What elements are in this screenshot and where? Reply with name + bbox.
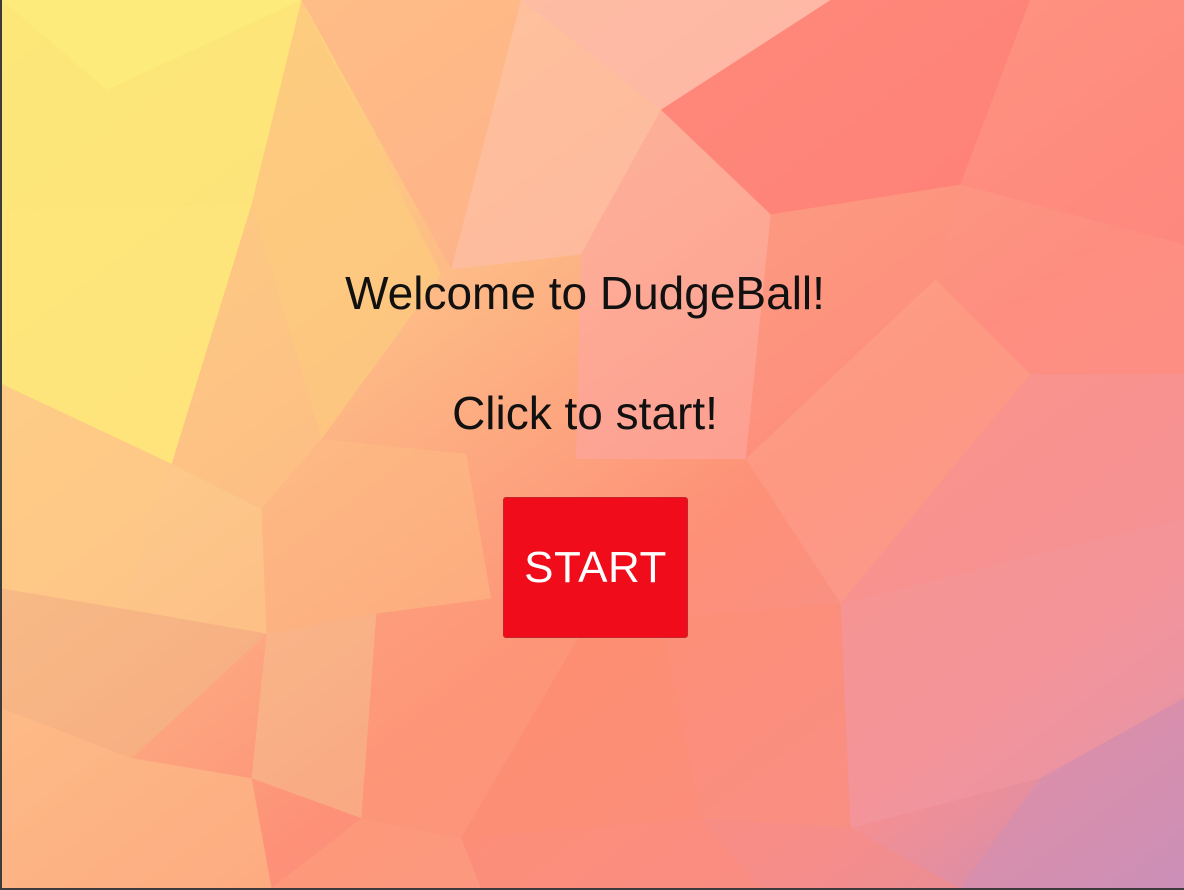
start-button-label: START: [524, 542, 667, 592]
start-button[interactable]: START: [503, 497, 688, 638]
welcome-heading: Welcome to DudgeBall!: [345, 267, 825, 319]
instruction-text: Click to start!: [452, 387, 718, 439]
game-screen: Welcome to DudgeBall! Click to start! ST…: [0, 0, 1184, 890]
low-poly-background: [2, 0, 1184, 888]
